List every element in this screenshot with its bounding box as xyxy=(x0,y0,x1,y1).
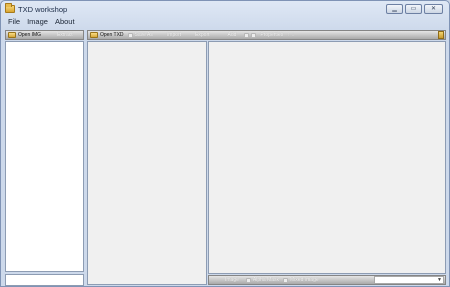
replace-button[interactable] xyxy=(242,32,258,38)
texture-list[interactable] xyxy=(87,41,207,285)
move-up-icon: ↑ xyxy=(287,32,290,38)
save-icon xyxy=(127,32,133,38)
alpha-mask-icon xyxy=(245,277,251,283)
save-as-label: Save As xyxy=(134,32,153,38)
open-img-label: Open IMG xyxy=(18,32,42,38)
maximize-icon: ▭ xyxy=(410,6,417,12)
image-view-button[interactable]: Image xyxy=(223,276,241,284)
extract-label: Extract xyxy=(57,32,73,38)
remove-icon xyxy=(251,32,257,38)
menu-image[interactable]: Image xyxy=(27,17,48,27)
toolbar-overflow-icon[interactable] xyxy=(438,31,444,39)
img-toolbar: Open IMG Extract xyxy=(5,30,84,40)
preview-toolbar: Image Alpha Mask Mixed Image ▼ xyxy=(208,275,446,285)
txd-toolbar: Open TXD Save As Import Export Add Prope… xyxy=(87,30,446,40)
chevron-down-icon: ▼ xyxy=(437,277,442,283)
close-button[interactable]: ✕ xyxy=(424,4,443,14)
save-as-button[interactable]: Save As xyxy=(126,31,155,39)
app-icon xyxy=(5,3,15,13)
add-label: Add xyxy=(227,32,237,38)
maximize-button[interactable]: ▭ xyxy=(405,4,422,14)
export-label: Export xyxy=(195,32,210,38)
img-file-list[interactable] xyxy=(5,41,84,272)
texture-preview xyxy=(208,41,446,274)
import-button[interactable]: Import xyxy=(165,31,183,39)
close-icon: ✕ xyxy=(430,6,437,12)
mixed-image-label: Mixed Image xyxy=(290,277,319,283)
export-button[interactable]: Export xyxy=(193,31,211,39)
move-buttons[interactable]: ↑ ↓ xyxy=(285,31,296,39)
menu-about[interactable]: About xyxy=(55,17,75,27)
open-txd-label: Open TXD xyxy=(100,32,124,38)
menu-file[interactable]: File xyxy=(8,17,20,27)
folder-icon xyxy=(90,32,98,38)
folder-icon xyxy=(8,32,16,38)
zoom-dropdown[interactable]: ▼ xyxy=(374,276,444,284)
minimize-icon: ▁ xyxy=(392,6,397,12)
alpha-mask-button[interactable]: Alpha Mask xyxy=(244,276,281,284)
title-bar: TXD workshop ▁ ▭ ✕ xyxy=(1,1,449,17)
properties-button[interactable]: Properties xyxy=(258,31,285,39)
open-txd-button[interactable]: Open TXD xyxy=(88,31,126,39)
minimize-button[interactable]: ▁ xyxy=(386,4,403,14)
image-view-label: Image xyxy=(225,277,239,283)
import-label: Import xyxy=(166,32,182,38)
open-img-button[interactable]: Open IMG xyxy=(6,31,43,39)
app-window: TXD workshop ▁ ▭ ✕ File Image About Open… xyxy=(0,0,450,287)
replace-icon xyxy=(244,32,250,38)
add-button[interactable]: Add xyxy=(226,31,239,39)
img-search-input[interactable] xyxy=(5,274,84,286)
menu-bar: File Image About xyxy=(4,17,75,27)
alpha-mask-label: Alpha Mask xyxy=(252,277,280,283)
window-controls: ▁ ▭ ✕ xyxy=(386,4,443,14)
window-title: TXD workshop xyxy=(18,5,68,14)
properties-label: Properties xyxy=(260,32,284,38)
mixed-image-button[interactable]: Mixed Image xyxy=(281,276,321,284)
extract-button[interactable]: Extract xyxy=(55,31,75,39)
move-down-icon: ↓ xyxy=(291,32,295,38)
mixed-image-icon xyxy=(283,277,289,283)
